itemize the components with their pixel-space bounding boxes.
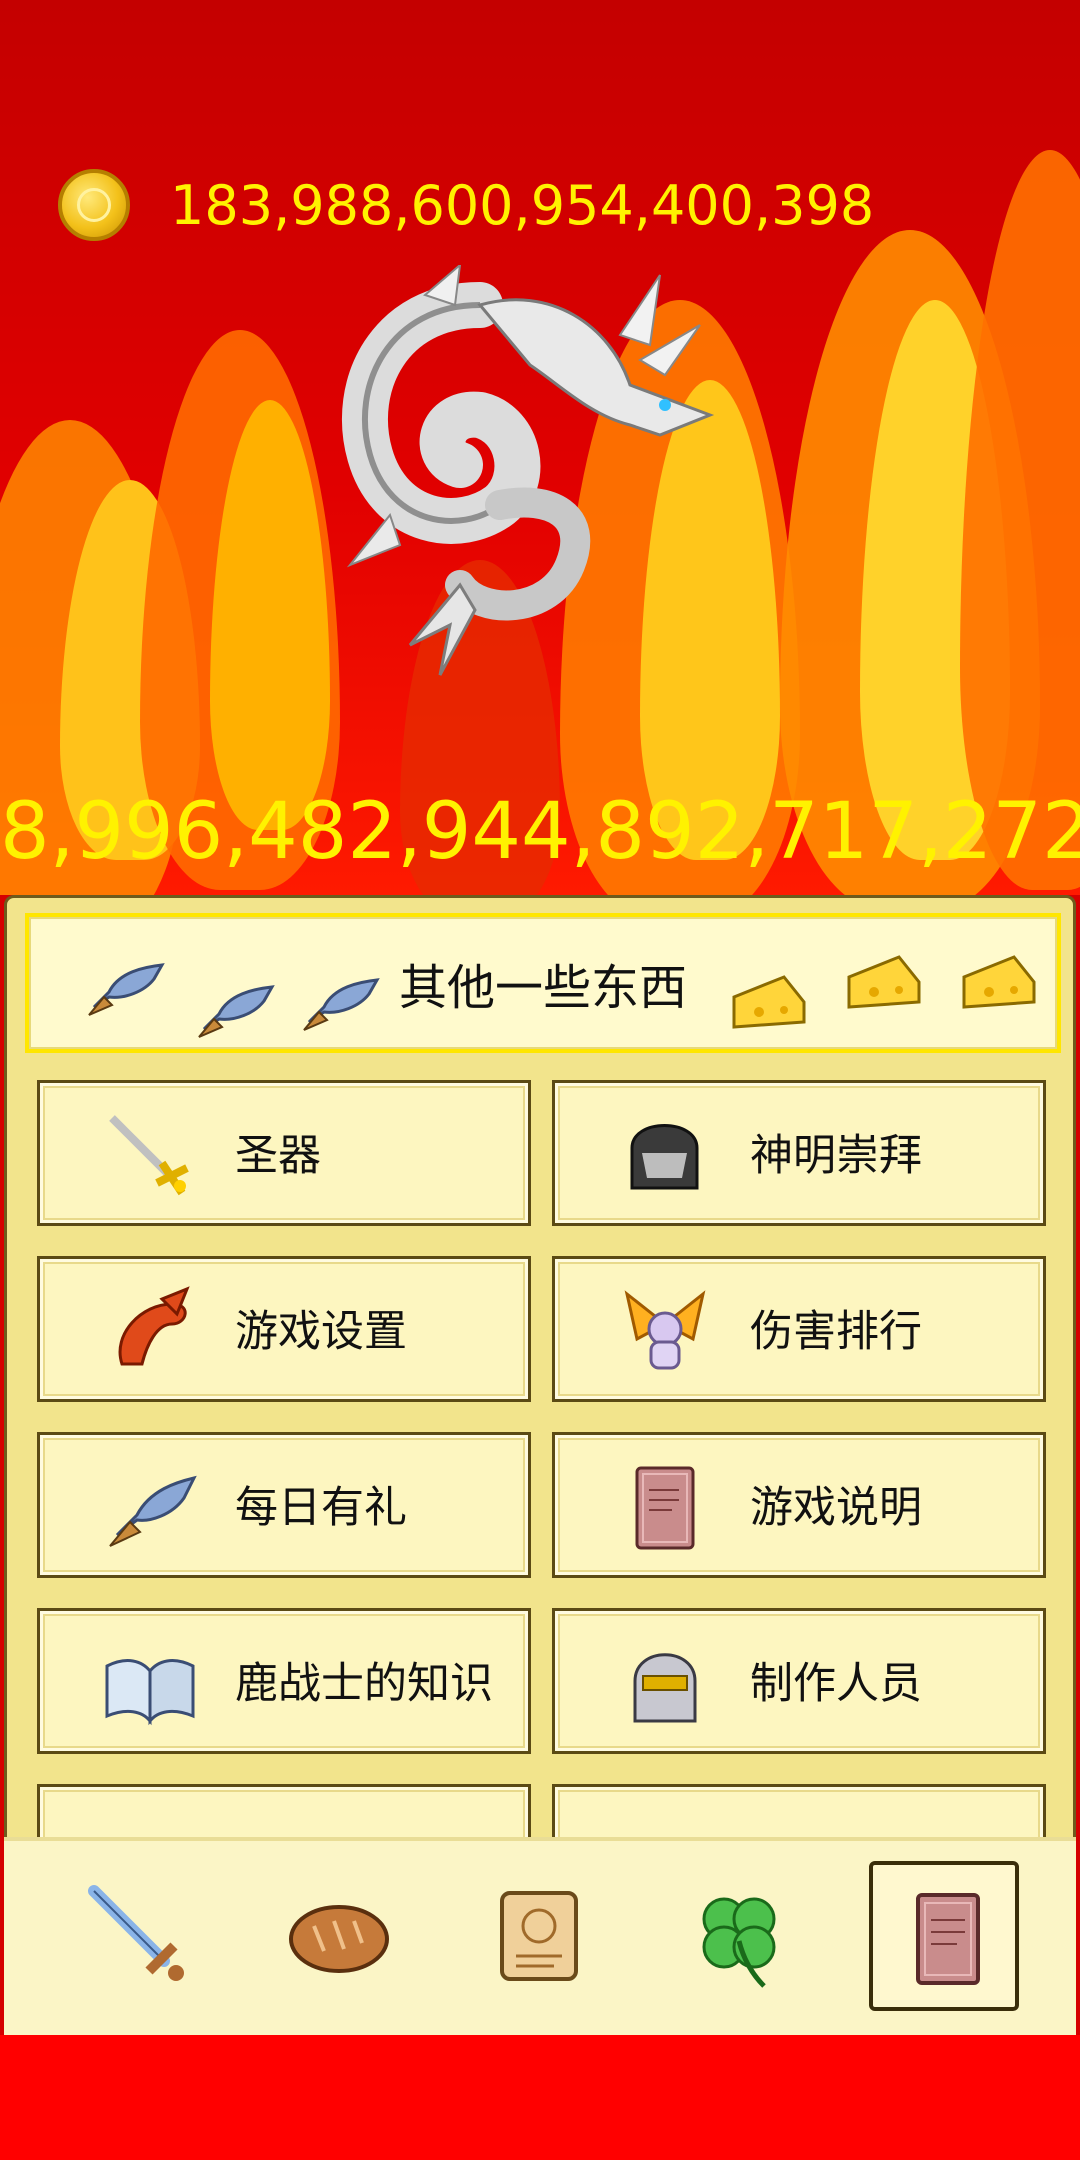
menu-label: 制作人员 <box>750 1659 922 1709</box>
gold-coin-icon <box>58 169 130 241</box>
daily-gift-button[interactable]: 每日有礼 <box>37 1432 531 1578</box>
book-icon <box>916 1893 980 1985</box>
knight-helmet-icon <box>633 1653 697 1723</box>
damage-counter: 8,996,482,944,892,717,272 <box>0 787 1080 877</box>
menu-label: 圣器 <box>235 1131 321 1181</box>
nav-food[interactable] <box>264 1861 414 2011</box>
menu-label: 游戏设置 <box>235 1307 407 1357</box>
menu-label: 神明崇拜 <box>750 1131 922 1181</box>
open-book-icon <box>105 1659 195 1726</box>
nav-battle[interactable] <box>64 1861 214 2011</box>
lobster-claw-icon <box>118 1286 190 1366</box>
nav-luck[interactable] <box>664 1861 814 2011</box>
menu-label: 鹿战士的知识 <box>235 1659 493 1709</box>
fish-icon <box>303 978 380 1031</box>
nav-misc[interactable] <box>869 1861 1019 2011</box>
damage-ranking-button[interactable]: 伤害排行 <box>552 1256 1046 1402</box>
cheese-icon <box>962 955 1036 1009</box>
holy-artifact-button[interactable]: 圣器 <box>37 1080 531 1226</box>
god-worship-button[interactable]: 神明崇拜 <box>552 1080 1046 1226</box>
winged-angel-icon <box>624 1290 706 1370</box>
sword-icon <box>88 1885 184 1981</box>
scroll-icon <box>500 1891 578 1981</box>
fish-icon <box>198 985 275 1038</box>
menu-label: 每日有礼 <box>235 1483 407 1533</box>
panel-title: 其他一些东西 <box>398 960 687 1016</box>
white-dragon-sprite[interactable] <box>330 265 760 695</box>
dark-helmet-icon <box>630 1124 699 1190</box>
bottom-banner-area <box>0 2035 1080 2160</box>
panel-header: 其他一些东西 <box>25 913 1061 1053</box>
deer-warrior-knowledge-button[interactable]: 鹿战士的知识 <box>37 1608 531 1754</box>
fish-icon <box>88 963 165 1016</box>
clover-icon <box>702 1897 776 1988</box>
gold-amount: 183,988,600,954,400,398 <box>170 173 875 237</box>
cheese-icon <box>847 955 921 1009</box>
fish-icon <box>109 1475 197 1547</box>
game-settings-button[interactable]: 游戏设置 <box>37 1256 531 1402</box>
battle-scene: 183,988,600,954,400,398 8,996,482,944,89… <box>0 0 1080 895</box>
nav-quests[interactable] <box>464 1861 614 2011</box>
menu-label: 伤害排行 <box>750 1307 922 1357</box>
holy-sword-icon <box>109 1115 189 1196</box>
game-guide-button[interactable]: 游戏说明 <box>552 1432 1046 1578</box>
bottom-navigation <box>4 1837 1076 2035</box>
bread-icon <box>289 1905 389 1973</box>
menu-label: 游戏说明 <box>750 1483 922 1533</box>
gold-counter: 183,988,600,954,400,398 <box>58 165 874 245</box>
cheese-icon <box>732 975 806 1029</box>
book-icon <box>635 1466 695 1550</box>
credits-button[interactable]: 制作人员 <box>552 1608 1046 1754</box>
